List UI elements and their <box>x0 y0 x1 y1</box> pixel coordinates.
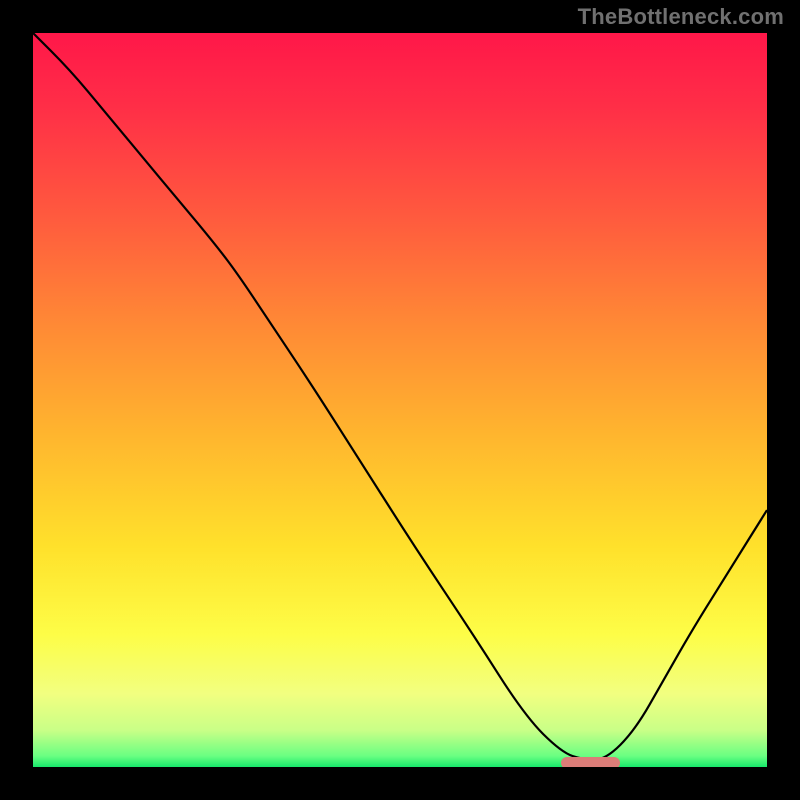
chart-container: TheBottleneck.com <box>0 0 800 800</box>
gradient-background <box>33 33 767 767</box>
plot-svg <box>33 33 767 767</box>
watermark-text: TheBottleneck.com <box>578 4 784 30</box>
plot-area <box>33 33 767 767</box>
optimal-marker <box>561 757 620 767</box>
